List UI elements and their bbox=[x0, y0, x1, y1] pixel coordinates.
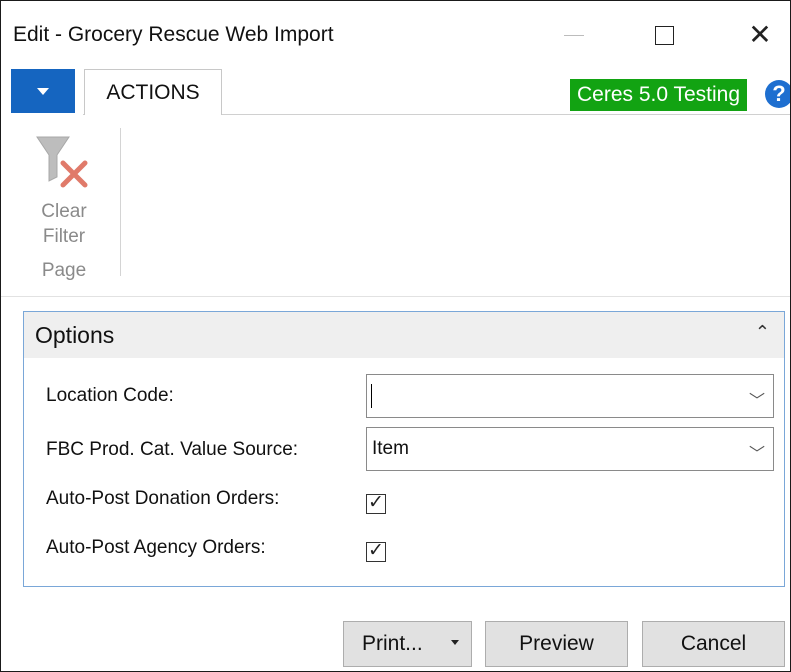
ribbon-group-separator bbox=[120, 128, 121, 276]
close-icon: ✕ bbox=[748, 19, 772, 50]
chevron-down-icon[interactable]: ﹀ bbox=[749, 387, 765, 411]
ribbon-group-label: Page bbox=[41, 260, 87, 281]
minimize-button[interactable] bbox=[549, 15, 599, 55]
auto-post-agency-label: Auto-Post Agency Orders: bbox=[46, 537, 266, 558]
fbc-source-label: FBC Prod. Cat. Value Source: bbox=[46, 439, 299, 460]
options-header[interactable]: Options ⌃ bbox=[24, 312, 784, 358]
fbc-source-value: Item bbox=[372, 438, 409, 459]
maximize-button[interactable] bbox=[639, 15, 689, 55]
maximize-icon bbox=[654, 25, 674, 45]
options-title: Options bbox=[35, 322, 115, 348]
title-bar: Edit - Grocery Rescue Web Import ✕ bbox=[1, 1, 790, 69]
clear-filter-label-1: Clear bbox=[41, 201, 87, 222]
help-icon[interactable]: ? bbox=[765, 80, 790, 108]
text-cursor bbox=[371, 384, 372, 408]
clear-filter-label-2: Filter bbox=[42, 226, 86, 247]
chevron-down-icon bbox=[37, 87, 49, 95]
clear-filter-button[interactable]: Clear Filter bbox=[26, 199, 102, 249]
window-title: Edit - Grocery Rescue Web Import bbox=[13, 23, 334, 46]
cancel-button[interactable]: Cancel bbox=[642, 621, 785, 667]
dialog-window: Edit - Grocery Rescue Web Import ✕ ACTIO… bbox=[0, 0, 791, 672]
preview-button[interactable]: Preview bbox=[485, 621, 628, 667]
app-menu-button[interactable] bbox=[11, 69, 75, 113]
auto-post-donation-label: Auto-Post Donation Orders: bbox=[46, 488, 280, 509]
auto-post-donation-checkbox[interactable]: ✓ bbox=[366, 492, 386, 514]
checkmark-icon: ✓ bbox=[368, 540, 384, 561]
clear-filter-icon[interactable] bbox=[29, 133, 101, 195]
close-button[interactable]: ✕ bbox=[735, 15, 785, 55]
auto-post-agency-checkbox[interactable]: ✓ bbox=[366, 540, 386, 562]
chevron-down-icon[interactable] bbox=[451, 640, 459, 645]
collapse-icon[interactable]: ⌃ bbox=[755, 322, 770, 343]
tab-actions[interactable]: ACTIONS bbox=[84, 69, 222, 115]
environment-badge: Ceres 5.0 Testing bbox=[570, 79, 748, 111]
fbc-source-dropdown[interactable]: Item ﹀ bbox=[366, 427, 774, 471]
options-panel: Options ⌃ Location Code: ﹀ FBC Prod. Cat… bbox=[23, 311, 785, 587]
print-button[interactable]: Print... bbox=[343, 621, 472, 667]
location-code-dropdown[interactable]: ﹀ bbox=[366, 374, 774, 418]
minimize-icon bbox=[564, 34, 584, 36]
location-code-label: Location Code: bbox=[46, 385, 174, 406]
print-label: Print... bbox=[362, 632, 423, 655]
checkmark-icon: ✓ bbox=[368, 492, 384, 513]
chevron-down-icon[interactable]: ﹀ bbox=[749, 440, 765, 464]
